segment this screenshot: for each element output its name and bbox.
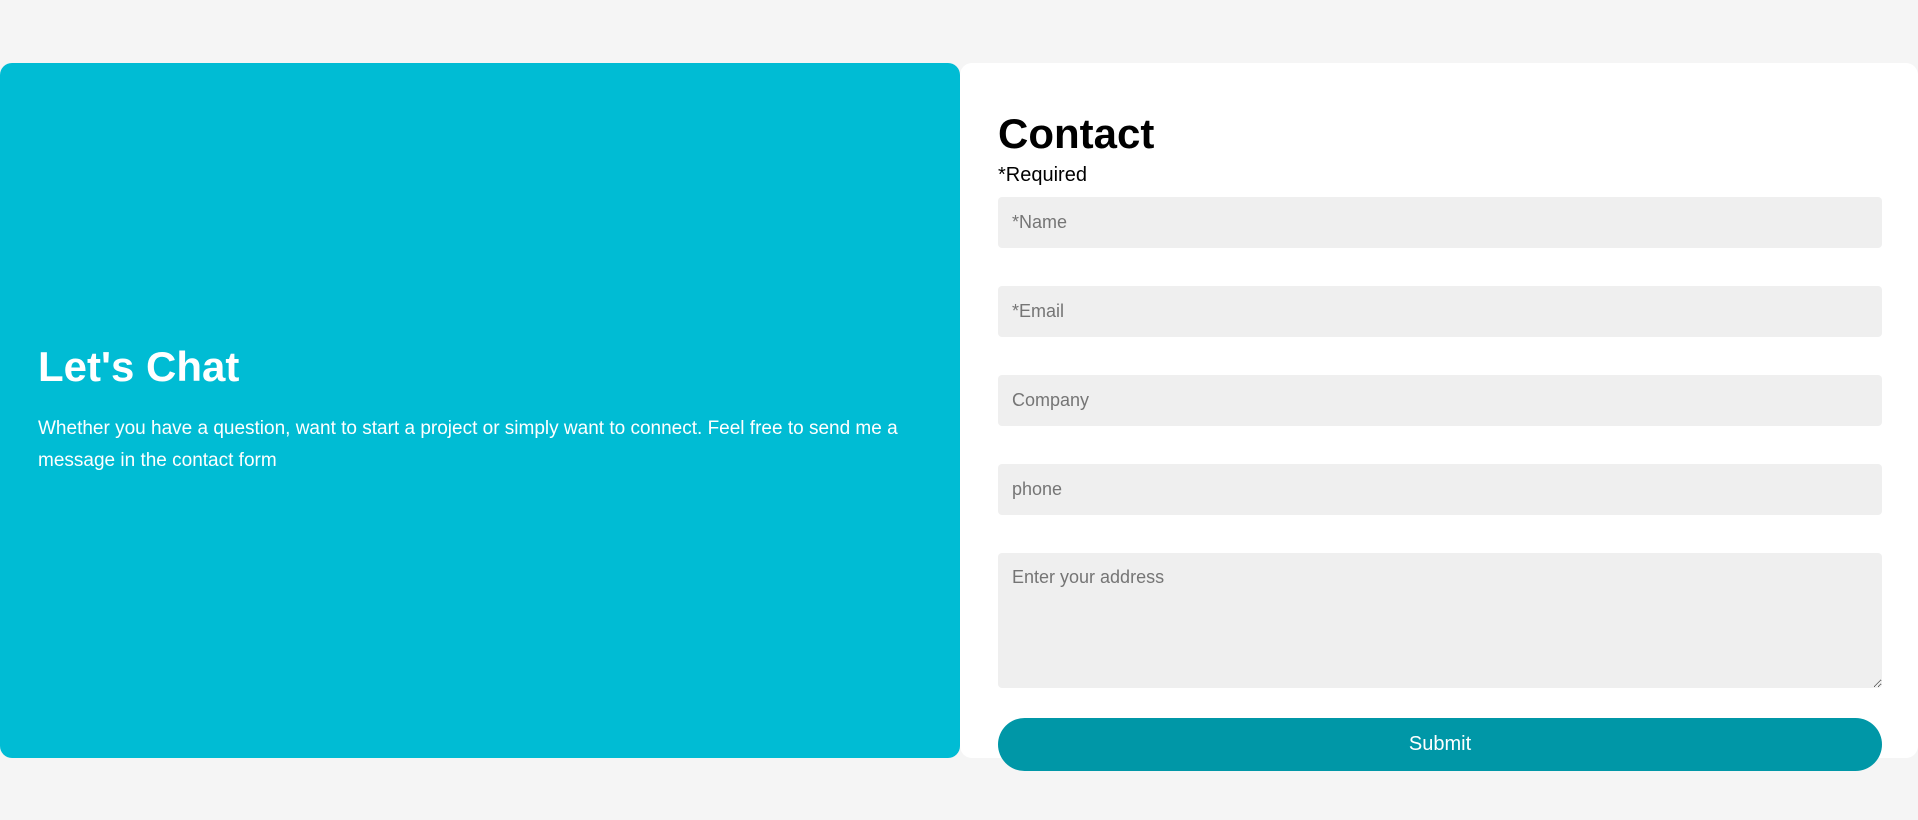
address-textarea[interactable]: [998, 553, 1882, 689]
page: Let's Chat Whether you have a question, …: [0, 0, 1918, 820]
chat-panel: Let's Chat Whether you have a question, …: [0, 63, 960, 758]
submit-button[interactable]: Submit: [998, 718, 1882, 772]
chat-title: Let's Chat: [38, 343, 240, 391]
required-note: *Required: [998, 164, 1087, 187]
chat-description: Whether you have a question, want to sta…: [38, 417, 898, 471]
contact-form-panel: Contact *Required Submit: [960, 63, 1918, 772]
company-input[interactable]: [998, 375, 1882, 427]
name-input[interactable]: [998, 197, 1882, 249]
contact-form: Submit: [998, 197, 1882, 772]
form-title: Contact: [998, 110, 1155, 157]
phone-input[interactable]: [998, 464, 1882, 516]
email-input[interactable]: [998, 286, 1882, 338]
